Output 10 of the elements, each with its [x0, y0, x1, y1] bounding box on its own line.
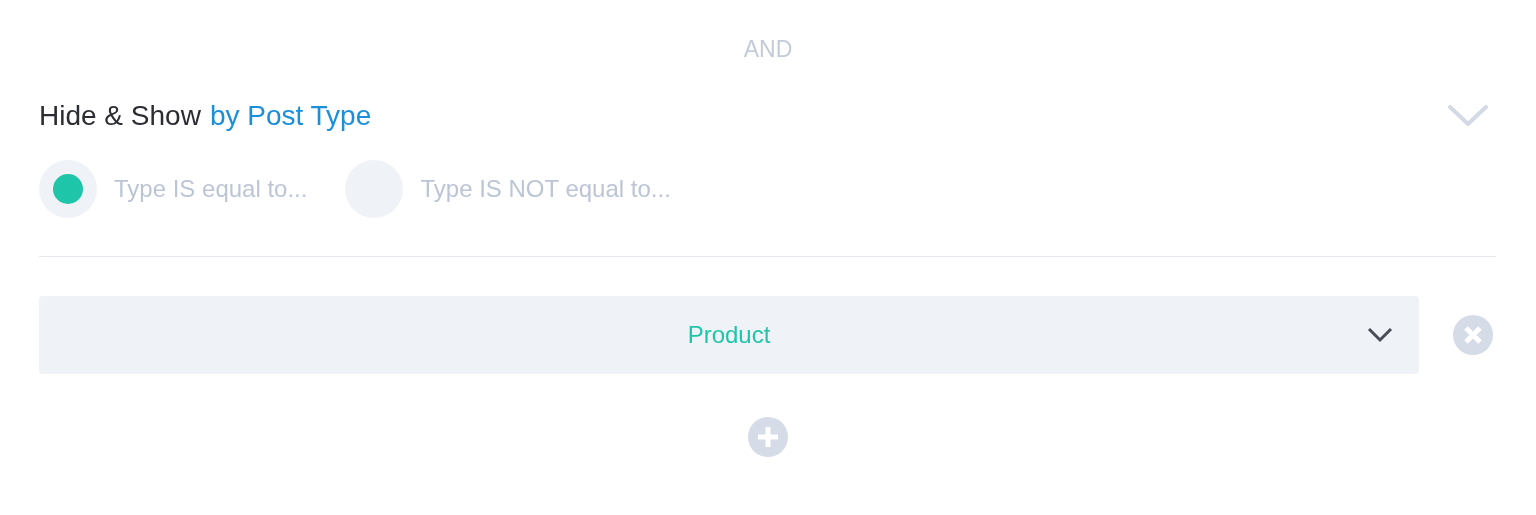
separator-label: AND [743, 35, 793, 64]
add-icon[interactable] [748, 417, 788, 457]
radio-label[interactable]: Type IS equal to... [114, 171, 308, 207]
radio-label[interactable]: Type IS NOT equal to... [420, 171, 671, 207]
select-dropdown[interactable]: Product [39, 296, 1419, 374]
section-title: Hide & Show [39, 100, 201, 132]
remove-icon[interactable] [1453, 315, 1493, 355]
chevron-down-icon [1367, 327, 1393, 343]
post-type-link[interactable]: by Post Type [209, 100, 372, 132]
chevron-down-icon[interactable] [1448, 105, 1488, 127]
